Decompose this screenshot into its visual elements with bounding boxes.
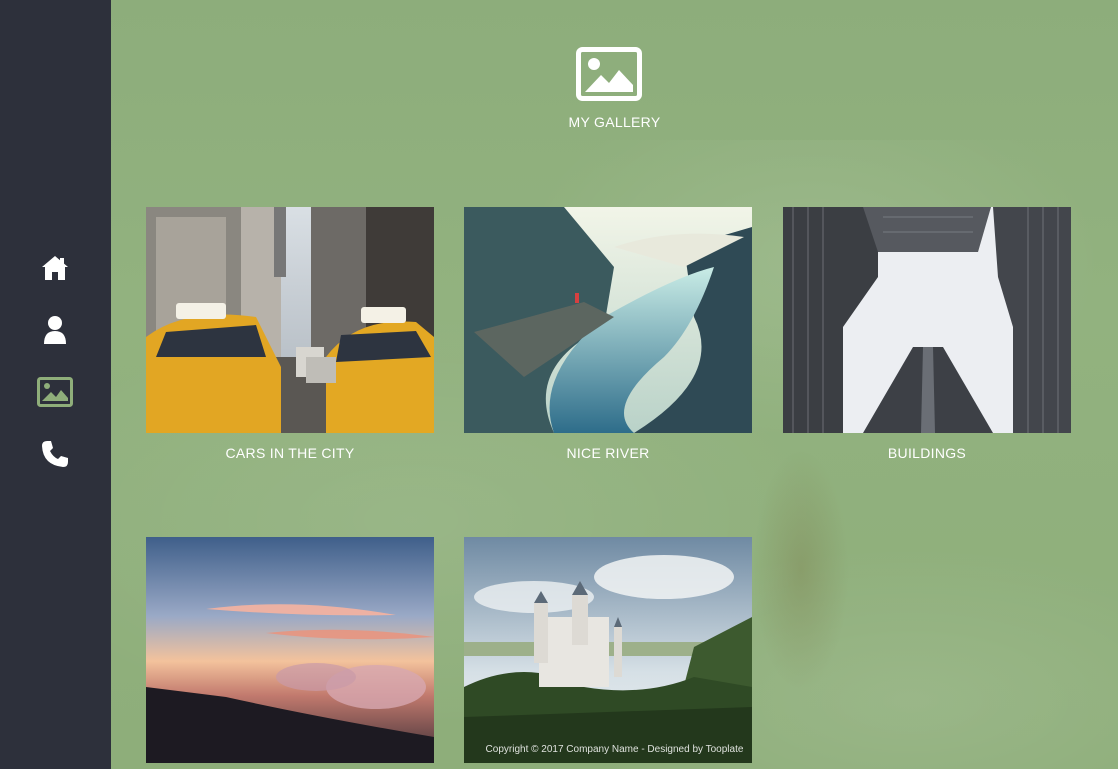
nav-home[interactable] bbox=[37, 250, 73, 286]
footer-copyright: Copyright © 2017 Company Name - Designed… bbox=[485, 744, 744, 755]
castle-forest-photo[interactable] bbox=[464, 537, 752, 763]
user-icon bbox=[44, 316, 66, 344]
background-person bbox=[741, 420, 861, 720]
page-title: MY GALLERY bbox=[568, 114, 661, 130]
gallery-card[interactable]: CARS IN THE CITY bbox=[146, 207, 434, 461]
nav-about[interactable] bbox=[37, 312, 73, 348]
skyscrapers-photo[interactable] bbox=[783, 207, 1071, 433]
gallery-card[interactable] bbox=[146, 537, 434, 763]
taxi-street-photo[interactable] bbox=[146, 207, 434, 433]
phone-icon bbox=[42, 441, 68, 467]
nav-gallery[interactable] bbox=[37, 374, 73, 410]
image-icon bbox=[37, 377, 73, 407]
main-content: MY GALLERY CARS IN THE CITY NICE RIVER B… bbox=[111, 0, 1118, 769]
gallery-card[interactable]: NICE RIVER bbox=[464, 207, 752, 461]
sidebar-nav bbox=[0, 0, 111, 769]
card-caption: BUILDINGS bbox=[887, 445, 967, 461]
gallery-card[interactable]: BUILDINGS bbox=[783, 207, 1071, 461]
nav-contact[interactable] bbox=[37, 436, 73, 472]
card-caption: CARS IN THE CITY bbox=[225, 445, 355, 461]
fjord-river-photo[interactable] bbox=[464, 207, 752, 433]
gallery-card[interactable] bbox=[464, 537, 752, 763]
home-icon bbox=[42, 256, 68, 280]
image-icon bbox=[576, 47, 642, 101]
card-caption: NICE RIVER bbox=[566, 445, 650, 461]
sunset-clouds-photo[interactable] bbox=[146, 537, 434, 763]
